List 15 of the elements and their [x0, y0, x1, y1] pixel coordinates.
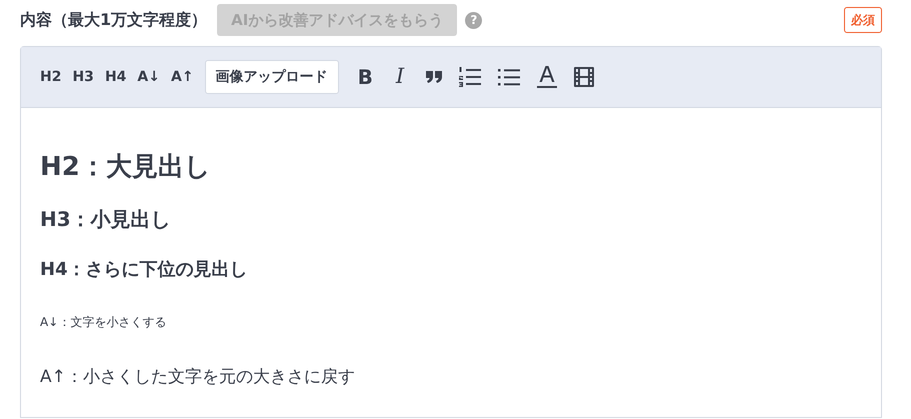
heading-medium: H3：小見出し [40, 206, 172, 233]
italic-button[interactable]: I [388, 61, 412, 93]
format-button[interactable]: A↓ [137, 66, 160, 88]
field-label: 内容（最大1万文字程度） [20, 9, 208, 31]
heading-large: H2：大見出し [40, 151, 212, 184]
format-button[interactable]: H2 [40, 66, 62, 88]
format-button[interactable]: H4 [104, 66, 126, 88]
format-button[interactable]: A↑ [170, 66, 194, 88]
required-badge: 必須 [844, 7, 882, 33]
image-upload-button[interactable]: 画像アップロード [204, 60, 339, 94]
bold-button[interactable]: B [354, 62, 377, 92]
heading-small: H4：さらに下位の見出し [40, 258, 249, 282]
format-button[interactable]: H3 [72, 66, 94, 88]
small-text: A↓：文字を小さくする [40, 314, 168, 331]
body-text: A↑：小さくした文字を元の大きさに戻す [40, 366, 356, 389]
